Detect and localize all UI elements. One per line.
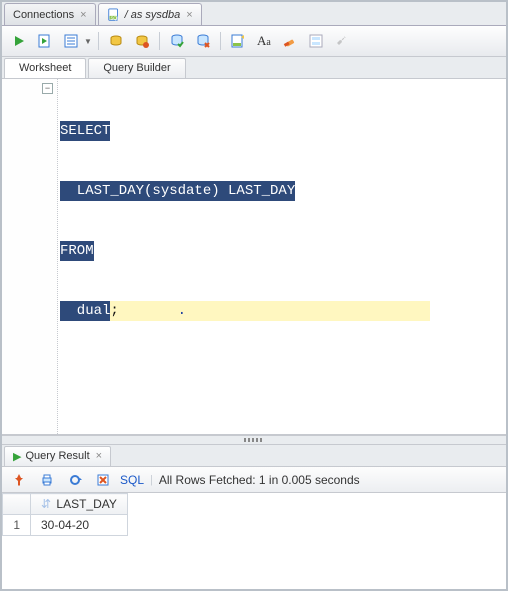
code-line-2: LAST_DAY(sysdate) LAST_DAY <box>60 181 295 201</box>
code-line-4a: dual <box>60 301 110 321</box>
main-toolbar: ▼ Aa <box>2 26 506 57</box>
close-icon[interactable]: × <box>80 9 86 21</box>
close-icon[interactable]: × <box>186 9 192 21</box>
fold-toggle-icon[interactable]: − <box>42 83 53 94</box>
horizontal-splitter[interactable] <box>2 435 506 445</box>
sql-history-button[interactable] <box>227 30 249 52</box>
result-toolbar: SQL | All Rows Fetched: 1 in 0.005 secon… <box>2 467 506 493</box>
sql-developer-panel: Connections × SQL / as sysdba × ▼ Aa <box>0 0 508 591</box>
code-line-4b: ; . <box>110 301 430 321</box>
dropdown-icon[interactable]: ▼ <box>84 37 92 46</box>
editor-gutter: − <box>2 79 58 434</box>
pin-button[interactable] <box>8 469 30 491</box>
rollback-button[interactable] <box>131 30 153 52</box>
sql-text-link[interactable]: SQL <box>120 473 144 487</box>
print-button[interactable] <box>36 469 58 491</box>
sql-editor[interactable]: − SELECT LAST_DAY(sysdate) LAST_DAY FROM… <box>2 79 506 435</box>
subtab-query-builder[interactable]: Query Builder <box>88 58 185 78</box>
sort-icon: ⇵ <box>41 497 51 511</box>
case-button[interactable]: Aa <box>253 30 275 52</box>
subtab-query-builder-label: Query Builder <box>103 62 170 74</box>
result-tab-query[interactable]: ▶ Query Result × <box>4 446 111 466</box>
column-header-last-day[interactable]: ⇵ LAST_DAY <box>31 494 128 515</box>
tab-worksheet[interactable]: SQL / as sysdba × <box>98 3 202 25</box>
wrench-button[interactable] <box>331 30 353 52</box>
fetch-status-text: All Rows Fetched: 1 in 0.005 seconds <box>159 473 360 487</box>
code-line-3: FROM <box>60 241 94 261</box>
subtab-worksheet-label: Worksheet <box>19 62 71 74</box>
run-script-button[interactable] <box>34 30 56 52</box>
worksheet-subtabs: Worksheet Query Builder <box>2 57 506 79</box>
tab-worksheet-label: / as sysdba <box>125 9 181 21</box>
delete-row-button[interactable] <box>92 469 114 491</box>
result-tab-bar: ▶ Query Result × <box>2 445 506 467</box>
result-tab-label: Query Result <box>25 450 89 462</box>
run-button[interactable] <box>8 30 30 52</box>
cell-last-day: 30-04-20 <box>31 515 128 536</box>
db-cancel-button[interactable] <box>192 30 214 52</box>
play-icon: ▶ <box>13 450 21 463</box>
column-header-text: LAST_DAY <box>56 497 116 511</box>
results-panel: ▶ Query Result × SQL | All Rows Fetched:… <box>2 445 506 589</box>
code-area[interactable]: SELECT LAST_DAY(sysdate) LAST_DAY FROM d… <box>58 79 506 434</box>
tab-connections-label: Connections <box>13 9 74 21</box>
report-button[interactable] <box>305 30 327 52</box>
code-line-1: SELECT <box>60 121 110 141</box>
refresh-button[interactable] <box>64 469 86 491</box>
table-row[interactable]: 1 30-04-20 <box>3 515 128 536</box>
subtab-worksheet[interactable]: Worksheet <box>4 58 86 78</box>
top-tab-bar: Connections × SQL / as sysdba × <box>2 2 506 26</box>
svg-text:SQL: SQL <box>110 15 119 20</box>
explain-plan-button[interactable] <box>60 30 82 52</box>
tab-connections[interactable]: Connections × <box>4 3 96 25</box>
close-icon[interactable]: × <box>96 450 102 462</box>
result-grid[interactable]: ⇵ LAST_DAY 1 30-04-20 <box>2 493 506 589</box>
commit-button[interactable] <box>105 30 127 52</box>
clear-button[interactable] <box>279 30 301 52</box>
db-ok-button[interactable] <box>166 30 188 52</box>
rownum-cell: 1 <box>3 515 31 536</box>
sql-file-icon: SQL <box>107 8 121 22</box>
rownum-header[interactable] <box>3 494 31 515</box>
